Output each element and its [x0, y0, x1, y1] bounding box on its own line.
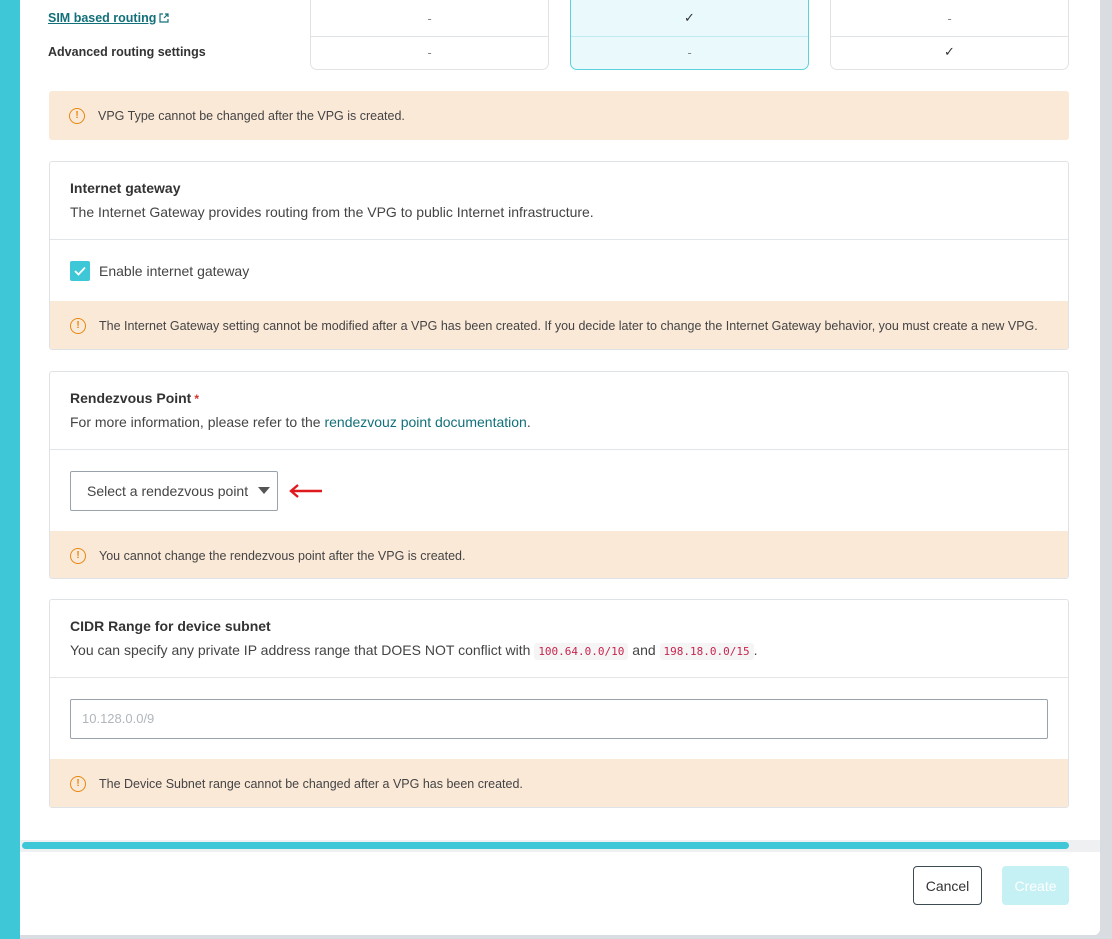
sim-based-routing-link[interactable]: SIM based routing — [48, 11, 169, 25]
rendezvous-select-row: Select a rendezvous point — [50, 450, 1068, 531]
vpg-type-alert-text: VPG Type cannot be changed after the VPG… — [98, 108, 405, 123]
required-marker: * — [194, 392, 200, 406]
cidr-desc-mid: and — [628, 642, 660, 658]
vpg-type-column-2-selected[interactable]: ✓ - — [570, 0, 809, 70]
enable-internet-gateway-label[interactable]: Enable internet gateway — [99, 263, 249, 279]
create-vpg-dialog: - - ✓ - - ✓ SIM based routing Advanced r… — [20, 0, 1100, 935]
red-left-arrow-annotation — [289, 483, 322, 498]
cell-advanced-routing-col2: - — [687, 45, 692, 60]
cell-sim-routing-col1: - — [427, 11, 432, 26]
sim-based-routing-label[interactable]: SIM based routing — [48, 11, 156, 25]
internet-gateway-title: Internet gateway — [70, 180, 181, 196]
background-strip — [1100, 0, 1112, 939]
cell-sim-routing-col3: - — [947, 11, 952, 26]
cell-advanced-routing-col1: - — [427, 45, 432, 60]
rendezvous-desc-prefix: For more information, please refer to th… — [70, 414, 325, 430]
cell-sim-routing-col2: ✓ — [684, 10, 695, 25]
internet-gateway-alert: ! The Internet Gateway setting cannot be… — [50, 301, 1068, 349]
exclamation-circle-icon: ! — [70, 317, 86, 334]
cidr-input-row — [50, 678, 1068, 759]
cidr-desc-suffix: . — [753, 642, 758, 658]
rendezvous-desc-suffix: . — [526, 414, 531, 430]
cancel-button[interactable]: Cancel — [913, 866, 982, 905]
enable-internet-gateway-checkbox[interactable] — [70, 260, 90, 281]
rendezvous-point-title: Rendezvous Point * — [70, 390, 1048, 406]
cidr-range-input[interactable] — [70, 698, 1048, 739]
rendezvous-point-select[interactable]: Select a rendezvous point — [70, 470, 278, 511]
left-accent-edge — [0, 0, 20, 939]
cidr-range-title: CIDR Range for device subnet — [70, 618, 271, 634]
caret-down-icon — [258, 487, 271, 494]
exclamation-circle-icon: ! — [70, 547, 86, 564]
rendezvous-alert: ! You cannot change the rendezvous point… — [50, 531, 1068, 578]
external-link-icon — [159, 13, 169, 23]
rendezvous-point-header: Rendezvous Point * For more information, … — [50, 372, 1068, 450]
cell-advanced-routing-col3: ✓ — [944, 44, 955, 59]
check-icon — [74, 266, 86, 276]
rendezvous-alert-text: You cannot change the rendezvous point a… — [99, 548, 466, 563]
rendezvous-point-card: Rendezvous Point * For more information, … — [49, 371, 1069, 579]
vpg-type-column-3[interactable]: - ✓ — [830, 0, 1069, 70]
internet-gateway-header: Internet gateway The Internet Gateway pr… — [50, 162, 1068, 240]
exclamation-circle-icon: ! — [69, 107, 85, 124]
cidr-desc-prefix: You can specify any private IP address r… — [70, 642, 535, 658]
create-button[interactable]: Create — [1002, 866, 1069, 905]
horizontal-scrollbar-thumb[interactable] — [22, 842, 1069, 849]
cidr-range-card: CIDR Range for device subnet You can spe… — [49, 599, 1069, 808]
internet-gateway-card: Internet gateway The Internet Gateway pr… — [49, 161, 1069, 350]
vpg-type-column-1[interactable]: - - — [310, 0, 549, 70]
internet-gateway-alert-text: The Internet Gateway setting cannot be m… — [99, 318, 1038, 333]
rendezvous-point-description: For more information, please refer to th… — [70, 414, 1048, 430]
cidr-range-description: You can specify any private IP address r… — [70, 642, 1048, 660]
exclamation-circle-icon: ! — [70, 775, 86, 792]
vpg-type-alert: ! VPG Type cannot be changed after the V… — [49, 91, 1069, 140]
cidr-alert: ! The Device Subnet range cannot be chan… — [50, 759, 1068, 807]
cidr-conflict-code-1: 100.64.0.0/10 — [534, 643, 629, 660]
advanced-routing-label: Advanced routing settings — [48, 45, 206, 59]
cidr-alert-text: The Device Subnet range cannot be change… — [99, 776, 523, 791]
rendezvous-select-placeholder: Select a rendezvous point — [87, 482, 249, 499]
cidr-conflict-code-2: 198.18.0.0/15 — [659, 643, 754, 660]
cidr-range-header: CIDR Range for device subnet You can spe… — [50, 600, 1068, 678]
rendezvous-point-title-text: Rendezvous Point — [70, 390, 192, 406]
internet-gateway-description: The Internet Gateway provides routing fr… — [70, 204, 594, 220]
enable-internet-gateway-row[interactable]: Enable internet gateway — [50, 240, 1068, 301]
rendezvous-documentation-link[interactable]: rendezvouz point documentation — [324, 414, 526, 430]
